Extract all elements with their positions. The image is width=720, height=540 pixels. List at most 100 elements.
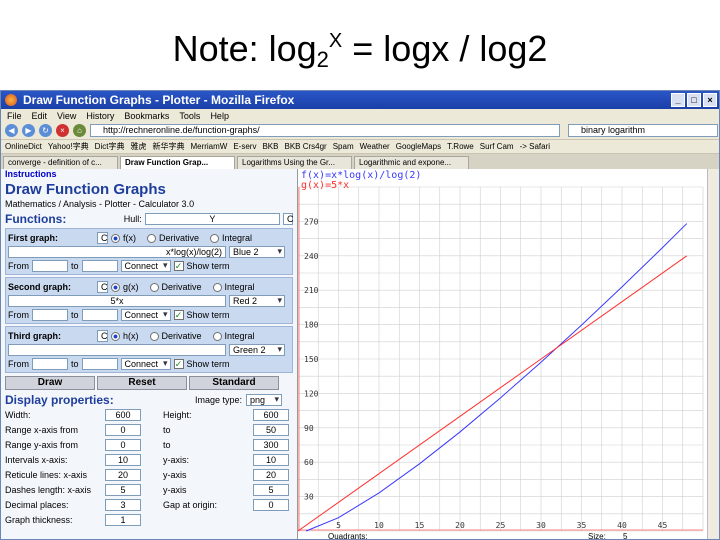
third-graph-derivative-radio[interactable] bbox=[149, 331, 159, 341]
bookmark-item[interactable]: -> Safari bbox=[520, 142, 550, 151]
firefox-icon bbox=[5, 94, 17, 106]
bookmark-item[interactable]: Dict字典 bbox=[95, 141, 125, 152]
instructions-link[interactable]: Instructions bbox=[5, 169, 293, 179]
tab-converge[interactable]: converge - definition of c... bbox=[3, 156, 118, 169]
draw-button[interactable]: Draw bbox=[5, 376, 95, 390]
y-intervals-input[interactable]: 10 bbox=[253, 453, 289, 466]
second-graph-connect-select[interactable]: Connect bbox=[120, 309, 171, 321]
second-graph-derivative-radio[interactable] bbox=[149, 282, 159, 292]
first-graph-to-input[interactable] bbox=[81, 260, 118, 272]
first-graph-label: First graph: bbox=[8, 233, 59, 243]
hull-field[interactable]: Y bbox=[144, 213, 280, 225]
first-graph-connect-select[interactable]: Connect bbox=[120, 260, 171, 272]
second-graph-color-select[interactable]: Red 2 bbox=[229, 295, 285, 307]
third-graph-connect-select[interactable]: Connect bbox=[120, 358, 171, 370]
second-graph-expression[interactable]: 5*x bbox=[8, 295, 226, 307]
bookmark-item[interactable]: T.Rowe bbox=[447, 142, 474, 151]
bookmark-item[interactable]: MerriamW bbox=[190, 142, 227, 151]
first-graph-block: First graph: C f(x) Derivative Integral … bbox=[5, 228, 293, 275]
bookmark-item[interactable]: Surf Cam bbox=[480, 142, 514, 151]
standard-button[interactable]: Standard bbox=[189, 376, 279, 390]
x-range-to-input[interactable]: 50 bbox=[253, 423, 289, 436]
bookmark-item[interactable]: E-serv bbox=[233, 142, 256, 151]
menu-bookmarks[interactable]: Bookmarks bbox=[124, 111, 169, 121]
x-range-from-input[interactable]: 0 bbox=[105, 423, 141, 436]
hull-label: Hull: bbox=[123, 214, 142, 224]
bookmark-item[interactable]: GoogleMaps bbox=[396, 142, 441, 151]
gap-origin-input[interactable]: 0 bbox=[253, 498, 289, 511]
property-row: Intervals x-axis: 10 y-axis: 10 bbox=[5, 452, 293, 467]
page-scrollbar[interactable] bbox=[707, 169, 719, 539]
x-dashes-input[interactable]: 5 bbox=[105, 483, 141, 496]
maximize-icon[interactable]: □ bbox=[687, 93, 701, 107]
bookmark-item[interactable]: OnlineDict bbox=[5, 142, 42, 151]
third-graph-color-select[interactable]: Green 2 bbox=[229, 344, 285, 356]
derivative-label: Derivative bbox=[161, 331, 202, 341]
first-graph-integral-radio[interactable] bbox=[210, 233, 220, 243]
bookmark-item[interactable]: 新华字典 bbox=[152, 141, 184, 152]
second-graph-clear[interactable]: C bbox=[97, 281, 108, 293]
search-input[interactable]: binary logarithm bbox=[568, 124, 718, 137]
first-graph-derivative-radio[interactable] bbox=[147, 233, 156, 243]
menu-history[interactable]: History bbox=[86, 111, 114, 121]
third-graph-clear[interactable]: C bbox=[97, 330, 108, 342]
second-graph-to-input[interactable] bbox=[81, 309, 118, 321]
third-graph-show-term-checkbox[interactable] bbox=[173, 359, 184, 369]
third-graph-hx-radio[interactable] bbox=[111, 331, 120, 341]
y-tick-label: 180 bbox=[304, 321, 319, 330]
graph-thickness-input[interactable]: 1 bbox=[105, 513, 141, 526]
bookmark-item[interactable]: Yahoo!字典 bbox=[48, 141, 89, 152]
tab-logarithmic-expo[interactable]: Logarithmic and expone... bbox=[354, 156, 469, 169]
first-graph-expression[interactable]: x*log(x)/log(2) bbox=[8, 246, 226, 258]
first-graph-clear[interactable]: C bbox=[97, 232, 108, 244]
reset-button[interactable]: Reset bbox=[97, 376, 187, 390]
third-graph-to-input[interactable] bbox=[81, 358, 118, 370]
forward-icon[interactable]: ▶ bbox=[22, 124, 35, 137]
menu-edit[interactable]: Edit bbox=[32, 111, 48, 121]
home-icon[interactable]: ⌂ bbox=[73, 124, 86, 137]
first-graph-from-input[interactable] bbox=[32, 260, 68, 272]
tab-draw-function[interactable]: Draw Function Grap... bbox=[120, 156, 235, 169]
third-graph-integral-radio[interactable] bbox=[212, 331, 222, 341]
third-graph-from-input[interactable] bbox=[32, 358, 68, 370]
bookmark-item[interactable]: BKB bbox=[262, 142, 278, 151]
bookmarks-toolbar: OnlineDict Yahoo!字典 Dict字典 雅虎 新华字典 Merri… bbox=[1, 140, 719, 154]
tab-logarithms[interactable]: Logarithms Using the Gr... bbox=[237, 156, 352, 169]
y-dashes-input[interactable]: 5 bbox=[253, 483, 289, 496]
width-input[interactable]: 600 bbox=[105, 408, 141, 421]
hull-clear-button[interactable]: C bbox=[283, 213, 294, 225]
x-reticule-input[interactable]: 20 bbox=[105, 468, 141, 481]
menu-tools[interactable]: Tools bbox=[179, 111, 200, 121]
graph-thickness-label: Graph thickness: bbox=[5, 514, 73, 525]
second-graph-from-input[interactable] bbox=[32, 309, 68, 321]
y-range-from-input[interactable]: 0 bbox=[105, 438, 141, 451]
back-icon[interactable]: ◀ bbox=[5, 124, 18, 137]
first-graph-color-select[interactable]: Blue 2 bbox=[229, 246, 285, 258]
reload-icon[interactable]: ↻ bbox=[39, 124, 52, 137]
second-graph-gx-radio[interactable] bbox=[111, 282, 120, 292]
url-bar[interactable]: http://rechneronline.de/function-graphs/ bbox=[90, 124, 560, 137]
y-range-to-input[interactable]: 300 bbox=[253, 438, 289, 451]
first-graph-fx-radio[interactable] bbox=[111, 233, 120, 243]
y-reticule-input[interactable]: 20 bbox=[253, 468, 289, 481]
bookmark-item[interactable]: Spam bbox=[333, 142, 354, 151]
minimize-icon[interactable]: _ bbox=[671, 93, 685, 107]
bookmark-item[interactable]: BKB Crs4gr bbox=[284, 142, 326, 151]
stop-icon[interactable]: × bbox=[56, 124, 69, 137]
bookmark-item[interactable]: 雅虎 bbox=[130, 141, 146, 152]
bookmark-item[interactable]: Weather bbox=[360, 142, 390, 151]
x-dashes-label: Dashes length: x-axis bbox=[5, 484, 92, 495]
image-type-select[interactable]: png bbox=[246, 394, 283, 406]
menu-view[interactable]: View bbox=[57, 111, 76, 121]
menu-file[interactable]: File bbox=[7, 111, 22, 121]
third-graph-expression[interactable] bbox=[8, 344, 226, 356]
menu-help[interactable]: Help bbox=[210, 111, 229, 121]
window-titlebar[interactable]: Draw Function Graphs - Plotter - Mozilla… bbox=[1, 91, 719, 109]
height-input[interactable]: 600 bbox=[253, 408, 289, 421]
x-intervals-input[interactable]: 10 bbox=[105, 453, 141, 466]
second-graph-show-term-checkbox[interactable] bbox=[173, 310, 184, 320]
first-graph-show-term-checkbox[interactable] bbox=[173, 261, 184, 271]
decimal-places-input[interactable]: 3 bbox=[105, 498, 141, 511]
close-icon[interactable]: × bbox=[703, 93, 717, 107]
second-graph-integral-radio[interactable] bbox=[212, 282, 222, 292]
